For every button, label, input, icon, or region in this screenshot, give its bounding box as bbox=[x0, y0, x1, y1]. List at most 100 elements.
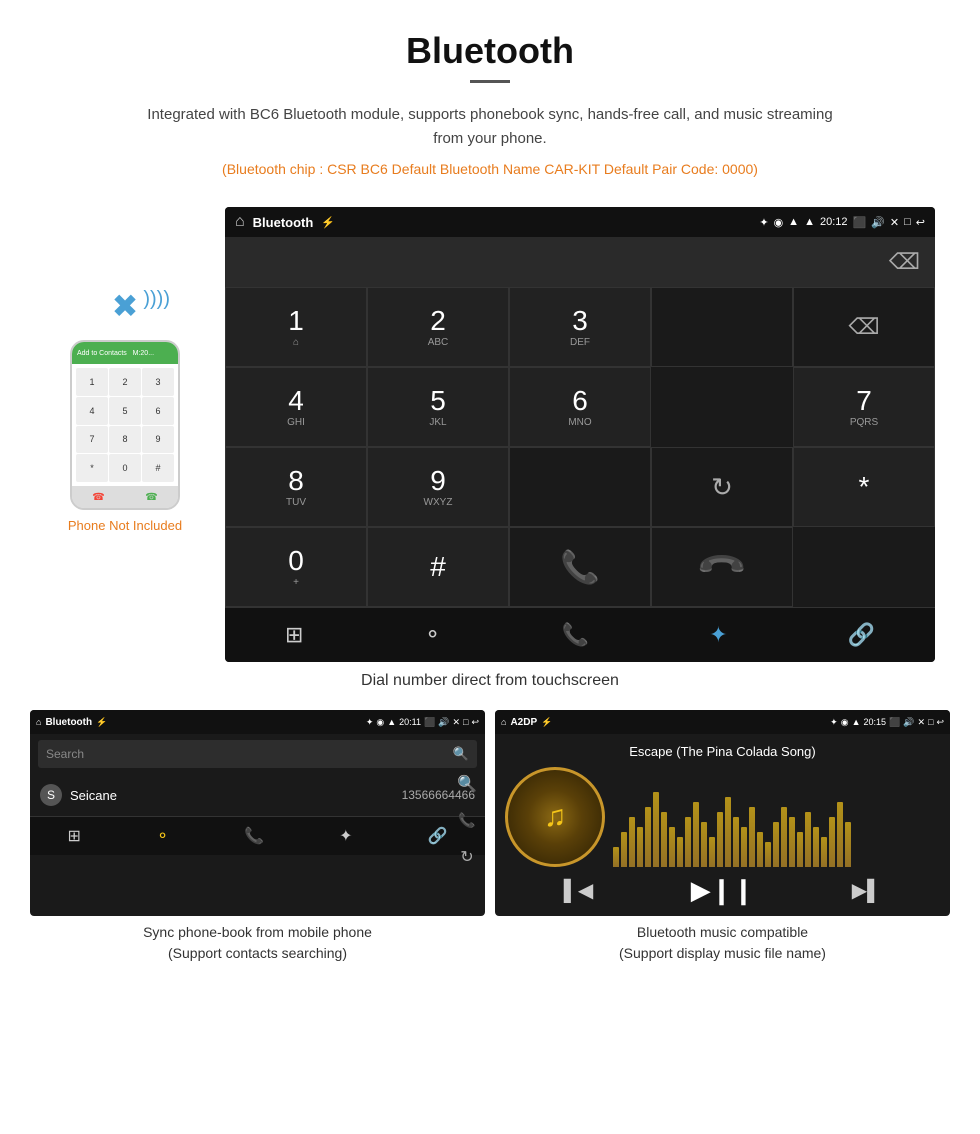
wifi-icon: ▲ bbox=[788, 216, 799, 228]
phone-key-7: 7 bbox=[76, 426, 108, 454]
viz-bar bbox=[797, 832, 803, 867]
dial-key-7[interactable]: 7 PQRS bbox=[793, 367, 935, 447]
phone-key-9: 9 bbox=[142, 426, 174, 454]
viz-bar bbox=[685, 817, 691, 867]
viz-bar bbox=[757, 832, 763, 867]
pb-reload-right-icon[interactable]: ↻ bbox=[460, 847, 473, 867]
signal-icon: ▲ bbox=[804, 216, 815, 228]
next-track-button[interactable]: ▶▌ bbox=[852, 878, 882, 903]
pb-contact-name: Seicane bbox=[70, 788, 402, 803]
pb-contact-row[interactable]: S Seicane 13566664466 bbox=[30, 774, 485, 817]
viz-bar bbox=[637, 827, 643, 867]
pb-nav-bt-icon[interactable]: ✦ bbox=[339, 826, 352, 846]
bottom-bluetooth-icon[interactable]: ✦ bbox=[709, 622, 727, 648]
key-num-3: 3 bbox=[572, 307, 588, 335]
green-call-icon: 📞 bbox=[560, 548, 600, 586]
phone-key-hash: # bbox=[142, 454, 174, 482]
phone-mockup-image: Add to Contacts M:20... 1 2 3 4 5 6 7 8 … bbox=[70, 340, 180, 510]
end-call-button[interactable]: 📞 bbox=[651, 527, 793, 607]
phone-key-3: 3 bbox=[142, 368, 174, 396]
pb-search-placeholder: Search bbox=[46, 747, 453, 761]
key-num-hash: # bbox=[430, 553, 446, 581]
statusbar-left: ⌂ Bluetooth ⚡ bbox=[235, 213, 335, 231]
music-screen: ⌂ A2DP ⚡ ✦ ◉ ▲ 20:15 ⬛ 🔊 ✕ □ ↩ Es bbox=[495, 710, 950, 916]
location-icon: ◉ bbox=[774, 216, 784, 229]
dial-key-2[interactable]: 2 ABC bbox=[367, 287, 509, 367]
pb-close-icon: ✕ bbox=[452, 717, 460, 728]
phone-key-2: 2 bbox=[109, 368, 141, 396]
statusbar-right: ✦ ◉ ▲ ▲ 20:12 ⬛ 🔊 ✕ □ ↩ bbox=[759, 216, 925, 229]
viz-bar bbox=[653, 792, 659, 867]
key-num-9: 9 bbox=[430, 467, 446, 495]
dial-key-9[interactable]: 9 WXYZ bbox=[367, 447, 509, 527]
pb-usb-icon: ⚡ bbox=[96, 717, 107, 728]
pb-nav-phone-icon[interactable]: 📞 bbox=[244, 826, 264, 846]
dial-key-5[interactable]: 5 JKL bbox=[367, 367, 509, 447]
prev-track-button[interactable]: ▌◀ bbox=[564, 878, 594, 903]
pb-nav-link-icon[interactable]: 🔗 bbox=[428, 826, 448, 846]
dial-key-4[interactable]: 4 GHI bbox=[225, 367, 367, 447]
reload-key[interactable]: ↻ bbox=[651, 447, 793, 527]
dialpad-statusbar: ⌂ Bluetooth ⚡ ✦ ◉ ▲ ▲ 20:12 ⬛ 🔊 ✕ □ ↩ bbox=[225, 207, 935, 237]
bottom-phone-icon[interactable]: 📞 bbox=[562, 622, 589, 648]
viz-bar bbox=[645, 807, 651, 867]
dialpad-blank-top-right bbox=[651, 287, 793, 367]
backspace-key[interactable]: ⌫ bbox=[793, 287, 935, 367]
dialpad-blank-mid-right bbox=[509, 447, 651, 527]
key-num-7: 7 bbox=[856, 387, 872, 415]
dial-key-6[interactable]: 6 MNO bbox=[509, 367, 651, 447]
key-num-0: 0 bbox=[288, 547, 304, 575]
usb-icon: ⚡ bbox=[321, 216, 335, 229]
key-letters-3: DEF bbox=[570, 337, 590, 348]
dial-key-8[interactable]: 8 TUV bbox=[225, 447, 367, 527]
signal-waves-icon: )))) bbox=[143, 289, 170, 309]
play-pause-button[interactable]: ▶❙❙ bbox=[691, 875, 755, 906]
pb-nav-dialpad-icon[interactable]: ⊞ bbox=[67, 826, 80, 846]
pb-search-icon[interactable]: 🔍 bbox=[453, 746, 469, 762]
phone-key-star: * bbox=[76, 454, 108, 482]
music-caption-line1: Bluetooth music compatible bbox=[637, 924, 808, 940]
dial-key-hash[interactable]: # bbox=[367, 527, 509, 607]
key-letters-5: JKL bbox=[429, 417, 446, 428]
phone-not-included-label: Phone Not Included bbox=[45, 518, 205, 533]
music-home-icon[interactable]: ⌂ bbox=[501, 717, 506, 727]
home-icon[interactable]: ⌂ bbox=[235, 213, 245, 231]
dial-key-star[interactable]: * bbox=[793, 447, 935, 527]
music-title: A2DP bbox=[510, 717, 537, 728]
main-screenshot-container: ✖ )))) Add to Contacts M:20... 1 2 3 4 5… bbox=[0, 207, 980, 662]
pb-contact-letter: S bbox=[40, 784, 62, 806]
pb-search-right-icon[interactable]: 🔍 bbox=[457, 774, 477, 794]
call-button[interactable]: 📞 bbox=[509, 527, 651, 607]
dial-key-3[interactable]: 3 DEF bbox=[509, 287, 651, 367]
key-letters-7: PQRS bbox=[850, 417, 878, 428]
key-num-4: 4 bbox=[288, 387, 304, 415]
window-icon: □ bbox=[904, 216, 911, 228]
viz-bar bbox=[805, 812, 811, 867]
viz-bar bbox=[765, 842, 771, 867]
key-num-2: 2 bbox=[430, 307, 446, 335]
phonebook-caption: Sync phone-book from mobile phone (Suppo… bbox=[30, 922, 485, 964]
pb-statusbar-right: ✦ ◉ ▲ 20:11 ⬛ 🔊 ✕ □ ↩ bbox=[366, 717, 479, 728]
viz-bar bbox=[629, 817, 635, 867]
pb-home-icon[interactable]: ⌂ bbox=[36, 717, 41, 727]
key-num-5: 5 bbox=[430, 387, 446, 415]
back-icon[interactable]: ↩ bbox=[916, 216, 925, 229]
bottom-contacts-icon[interactable]: ⚬ bbox=[423, 622, 441, 648]
dial-key-0[interactable]: 0 + bbox=[225, 527, 367, 607]
bottom-link-icon[interactable]: 🔗 bbox=[848, 622, 875, 648]
pb-call-right-icon[interactable]: 📞 bbox=[458, 812, 475, 829]
dial-key-1[interactable]: 1 ⌂ bbox=[225, 287, 367, 367]
viz-bar bbox=[845, 822, 851, 867]
backspace-button[interactable]: ⌫ bbox=[889, 249, 920, 275]
music-back-icon[interactable]: ↩ bbox=[936, 717, 944, 728]
pb-back-icon[interactable]: ↩ bbox=[471, 717, 479, 728]
pb-search-bar[interactable]: Search 🔍 bbox=[38, 740, 477, 768]
phone-mockup-left: ✖ )))) Add to Contacts M:20... 1 2 3 4 5… bbox=[45, 207, 205, 533]
music-time: 20:15 bbox=[864, 717, 887, 727]
viz-bar bbox=[693, 802, 699, 867]
bottom-dialpad-icon[interactable]: ⊞ bbox=[285, 622, 303, 648]
phone-top-bar: Add to Contacts M:20... bbox=[72, 342, 178, 364]
pb-wifi-icon: ▲ bbox=[387, 717, 396, 727]
pb-nav-contacts-icon[interactable]: ⚬ bbox=[156, 826, 169, 846]
pb-location-icon: ◉ bbox=[376, 717, 384, 728]
